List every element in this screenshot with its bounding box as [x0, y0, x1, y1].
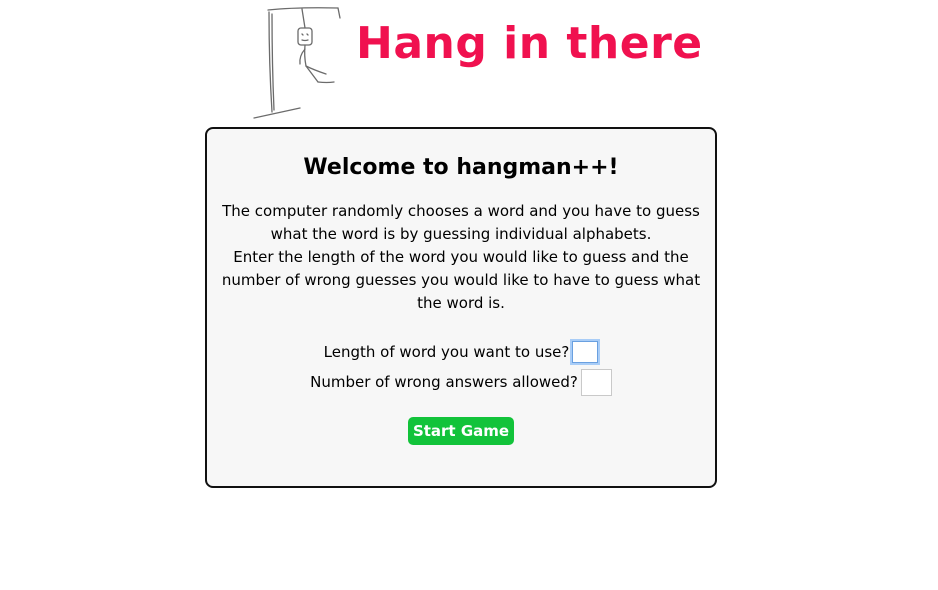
game-setup-form: Length of word you want to use? Number o… [207, 337, 715, 397]
start-game-button[interactable]: Start Game [407, 417, 515, 445]
word-length-input[interactable] [572, 341, 599, 363]
length-label: Length of word you want to use? [323, 343, 570, 361]
hangman-sketch-icon [253, 7, 341, 119]
length-row: Length of word you want to use? [207, 337, 715, 367]
wrong-answers-row: Number of wrong answers allowed? [207, 367, 715, 397]
instructions: The computer randomly chooses a word and… [213, 200, 709, 315]
wrong-answers-input[interactable] [580, 368, 612, 396]
welcome-heading: Welcome to hangman++! [303, 155, 619, 180]
page-header: Hang in there [250, 4, 702, 122]
wrong-answers-label: Number of wrong answers allowed? [310, 373, 578, 391]
welcome-card: Welcome to hangman++! The computer rando… [205, 127, 717, 488]
instructions-line: Enter the length of the word you would l… [221, 248, 701, 312]
page-title: Hang in there [356, 18, 703, 69]
instructions-line: The computer randomly chooses a word and… [222, 202, 700, 243]
